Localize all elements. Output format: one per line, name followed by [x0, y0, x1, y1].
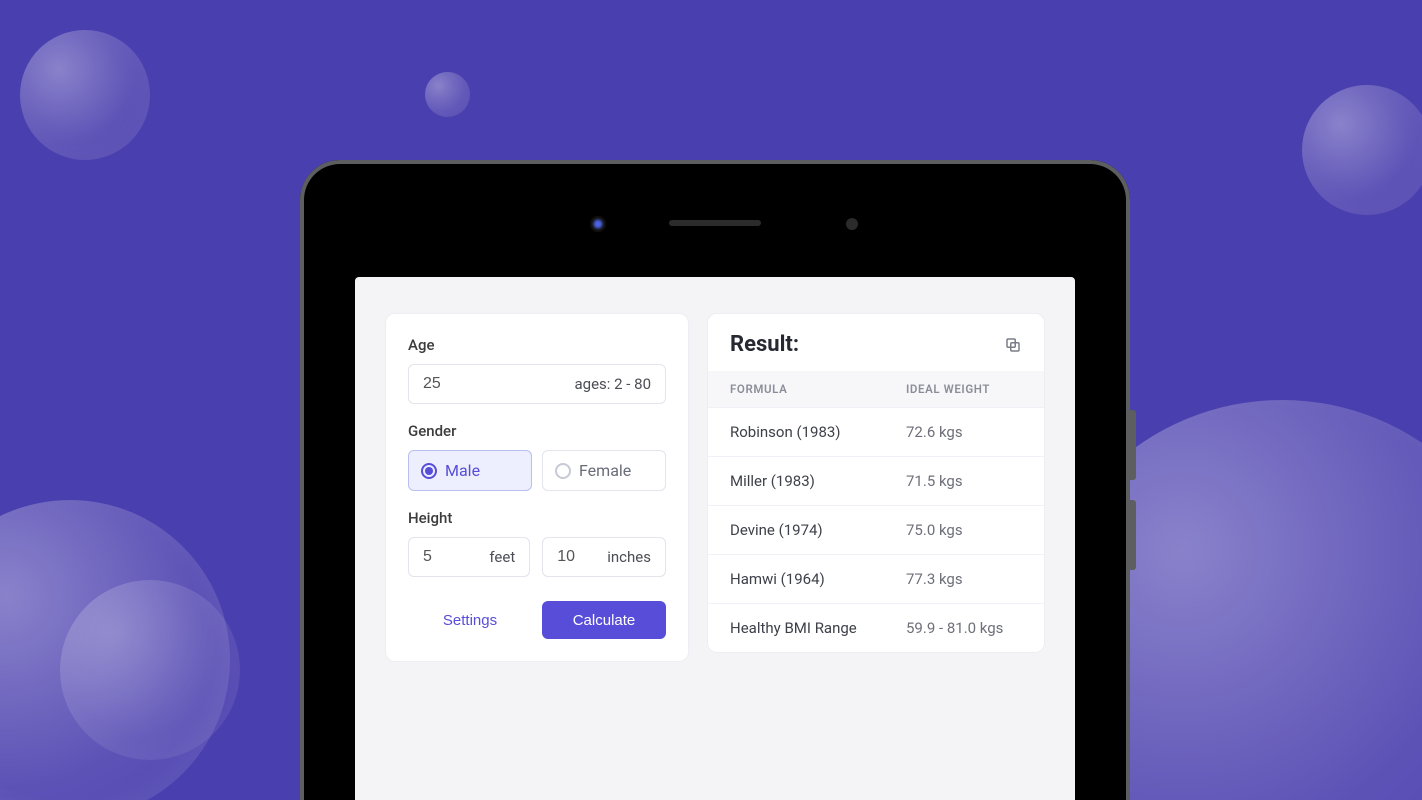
weight-cell: 77.3 kgs	[906, 570, 1022, 588]
gender-male-label: Male	[445, 461, 480, 480]
weight-cell: 75.0 kgs	[906, 521, 1022, 539]
results-card: Result: FORMULA IDEAL WEIGHT Robinson (1…	[707, 313, 1045, 653]
formula-cell: Robinson (1983)	[730, 423, 906, 441]
weight-cell: 71.5 kgs	[906, 472, 1022, 490]
copy-icon[interactable]	[1004, 336, 1022, 354]
camera-icon	[590, 216, 606, 232]
age-input-box[interactable]: ages: 2 - 80	[408, 364, 666, 404]
radio-icon	[421, 463, 437, 479]
result-rows: Robinson (1983)72.6 kgsMiller (1983)71.5…	[708, 407, 1044, 652]
tablet-side-button	[1130, 500, 1136, 570]
height-feet-unit: feet	[489, 548, 515, 566]
gender-female-label: Female	[579, 461, 631, 480]
bg-bubble	[425, 72, 470, 117]
height-label: Height	[408, 509, 666, 527]
height-inches-unit: inches	[607, 548, 651, 566]
bg-bubble	[20, 30, 150, 160]
weight-cell: 72.6 kgs	[906, 423, 1022, 441]
age-label: Age	[408, 336, 666, 354]
age-hint: ages: 2 - 80	[574, 375, 651, 393]
result-row: Robinson (1983)72.6 kgs	[708, 407, 1044, 456]
height-inches-box[interactable]: inches	[542, 537, 666, 577]
formula-cell: Hamwi (1964)	[730, 570, 906, 588]
settings-button[interactable]: Settings	[408, 601, 532, 639]
gender-male-radio[interactable]: Male	[408, 450, 532, 491]
height-inches-input[interactable]	[557, 548, 607, 566]
gender-female-radio[interactable]: Female	[542, 450, 666, 491]
formula-cell: Devine (1974)	[730, 521, 906, 539]
formula-cell: Miller (1983)	[730, 472, 906, 490]
height-feet-box[interactable]: feet	[408, 537, 530, 577]
sensor-icon	[846, 218, 858, 230]
col-weight-header: IDEAL WEIGHT	[906, 382, 1022, 396]
result-row: Devine (1974)75.0 kgs	[708, 505, 1044, 554]
tablet-frame: Age ages: 2 - 80 Gender Male	[300, 160, 1130, 800]
result-title: Result:	[730, 332, 799, 357]
result-row: Miller (1983)71.5 kgs	[708, 456, 1044, 505]
bg-bubble	[1302, 85, 1422, 215]
input-form-card: Age ages: 2 - 80 Gender Male	[385, 313, 689, 662]
result-row: Hamwi (1964)77.3 kgs	[708, 554, 1044, 603]
tablet-side-button	[1130, 410, 1136, 480]
height-feet-input[interactable]	[423, 548, 473, 566]
calculate-button[interactable]: Calculate	[542, 601, 666, 639]
age-input[interactable]	[423, 375, 473, 393]
result-row: Healthy BMI Range59.9 - 81.0 kgs	[708, 603, 1044, 652]
result-header-row: FORMULA IDEAL WEIGHT	[708, 371, 1044, 407]
app-screen: Age ages: 2 - 80 Gender Male	[355, 277, 1075, 800]
weight-cell: 59.9 - 81.0 kgs	[906, 619, 1022, 637]
col-formula-header: FORMULA	[730, 382, 906, 396]
bg-bubble	[60, 580, 240, 760]
formula-cell: Healthy BMI Range	[730, 619, 906, 637]
radio-icon	[555, 463, 571, 479]
gender-label: Gender	[408, 422, 666, 440]
